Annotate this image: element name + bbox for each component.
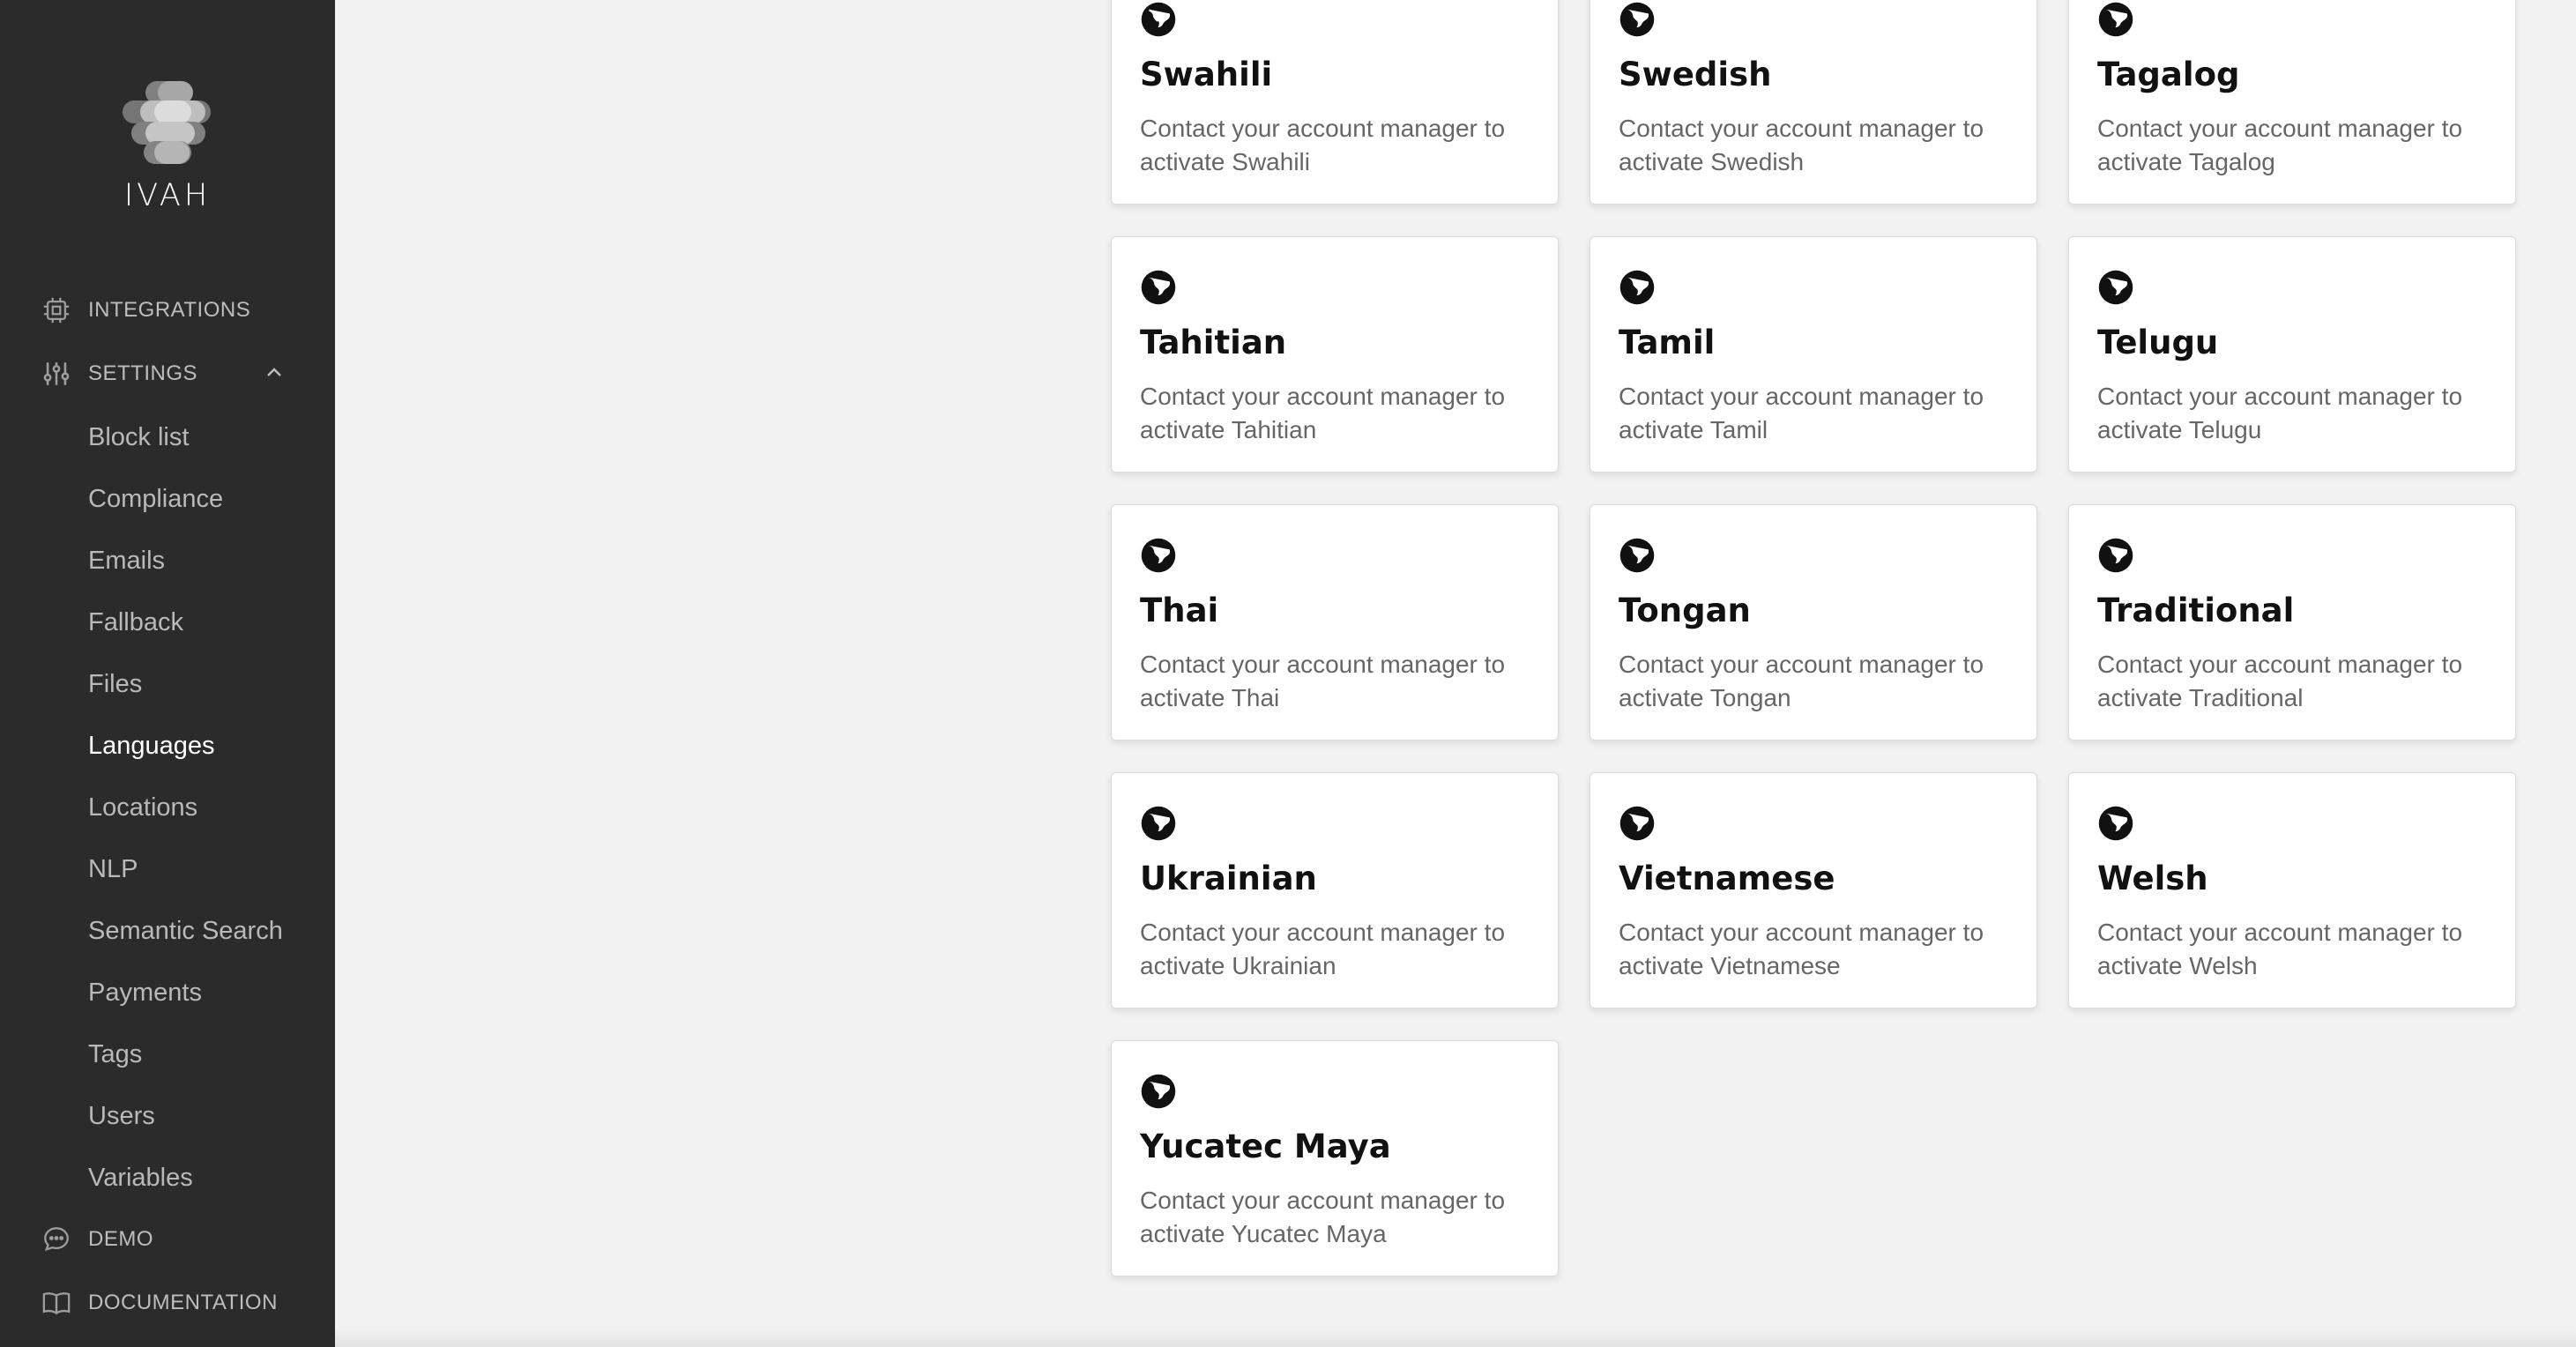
language-card-tagalog[interactable]: Tagalog Contact your account manager to … [2068,0,2516,205]
language-description: Contact your account manager to activate… [2097,115,2463,175]
nav-demo[interactable]: DEMO [39,1222,153,1257]
globe-icon [2098,806,2133,841]
language-card-welsh[interactable]: Welsh Contact your account manager to ac… [2068,772,2516,1008]
language-description: Contact your account manager to activate… [1619,115,1984,175]
nav-documentation[interactable]: DOCUMENTATION [39,1285,278,1321]
sidebar-item-compliance[interactable]: Compliance [88,481,223,517]
sidebar-item-users[interactable]: Users [88,1098,155,1134]
language-description: Contact your account manager to activate… [1619,651,1984,711]
ivah-logo-icon [123,81,211,164]
sidebar-item-payments[interactable]: Payments [88,975,202,1010]
language-description: Contact your account manager to activate… [1619,919,1984,979]
language-description: Contact your account manager to activate… [1140,115,1506,175]
language-card-tongan[interactable]: Tongan Contact your account manager to a… [1590,504,2037,740]
chat-bubble-icon [39,1222,74,1257]
language-card-swahili[interactable]: Swahili Contact your account manager to … [1111,0,1559,205]
globe-icon [2098,2,2133,37]
language-description: Contact your account manager to activate… [1140,651,1506,711]
globe-icon [1141,1074,1176,1109]
language-description: Contact your account manager to activate… [2097,651,2463,711]
language-card-ukrainian[interactable]: Ukrainian Contact your account manager t… [1111,772,1559,1008]
language-name: Vietnamese [1619,860,1835,897]
globe-icon [1141,806,1176,841]
sidebar-item-files[interactable]: Files [88,666,142,702]
languages-main: Swahili Contact your account manager to … [335,0,2576,1347]
book-icon [39,1285,74,1321]
sidebar-item-fallback[interactable]: Fallback [88,605,183,640]
sidebar-item-tags[interactable]: Tags [88,1037,142,1072]
language-name: Tahitian [1140,324,1287,361]
sidebar: IVAH INTEGRATIONS SETTINGS Block list Co… [0,0,335,1347]
sidebar-item-nlp[interactable]: NLP [88,852,138,887]
language-card-vietnamese[interactable]: Vietnamese Contact your account manager … [1590,772,2037,1008]
brand-logo[interactable]: IVAH [0,78,335,213]
sliders-icon [39,356,74,391]
nav-demo-label: DEMO [88,1227,153,1251]
globe-icon [1141,270,1176,305]
language-name: Telugu [2097,324,2219,361]
brand-name: IVAH [123,178,212,213]
language-name: Swahili [1140,56,1273,93]
language-name: Thai [1140,592,1219,629]
globe-icon [1619,2,1655,37]
nav-integrations-label: INTEGRATIONS [88,298,251,322]
language-description: Contact your account manager to activate… [1140,383,1506,443]
language-description: Contact your account manager to activate… [2097,383,2463,443]
sidebar-item-variables[interactable]: Variables [88,1160,193,1195]
nav-documentation-label: DOCUMENTATION [88,1291,278,1314]
language-description: Contact your account manager to activate… [2097,919,2463,979]
language-name: Swedish [1619,56,1772,93]
sidebar-item-semantic-search[interactable]: Semantic Search [88,913,283,949]
language-name: Traditional [2097,592,2295,629]
language-name: Tamil [1619,324,1716,361]
cpu-chip-icon [39,293,74,328]
language-card-tahitian[interactable]: Tahitian Contact your account manager to… [1111,236,1559,473]
globe-icon [1141,538,1176,573]
nav-integrations[interactable]: INTEGRATIONS [39,293,250,328]
sidebar-item-locations[interactable]: Locations [88,790,197,825]
language-card-traditional[interactable]: Traditional Contact your account manager… [2068,504,2516,740]
nav-settings-label: SETTINGS [88,361,198,385]
globe-icon [1619,538,1655,573]
language-description: Contact your account manager to activate… [1140,919,1506,979]
language-name: Tagalog [2097,56,2240,93]
language-name: Welsh [2097,860,2208,897]
sidebar-item-block-list[interactable]: Block list [88,420,189,455]
bottom-edge [335,1329,2576,1347]
language-name: Yucatec Maya [1140,1127,1391,1165]
language-card-thai[interactable]: Thai Contact your account manager to act… [1111,504,1559,740]
language-name: Tongan [1619,592,1751,629]
chevron-up-icon[interactable] [261,360,287,386]
language-card-telugu[interactable]: Telugu Contact your account manager to a… [2068,236,2516,473]
sidebar-item-languages[interactable]: Languages [88,728,215,763]
language-description: Contact your account manager to activate… [1619,383,1984,443]
language-name: Ukrainian [1140,860,1317,897]
globe-icon [2098,538,2133,573]
language-card-tamil[interactable]: Tamil Contact your account manager to ac… [1590,236,2037,473]
language-card-yucatec-maya[interactable]: Yucatec Maya Contact your account manage… [1111,1040,1559,1276]
nav-settings[interactable]: SETTINGS [39,356,197,391]
language-description: Contact your account manager to activate… [1140,1187,1506,1247]
sidebar-item-emails[interactable]: Emails [88,543,165,578]
globe-icon [1141,2,1176,37]
language-card-swedish[interactable]: Swedish Contact your account manager to … [1590,0,2037,205]
globe-icon [2098,270,2133,305]
globe-icon [1619,270,1655,305]
globe-icon [1619,806,1655,841]
